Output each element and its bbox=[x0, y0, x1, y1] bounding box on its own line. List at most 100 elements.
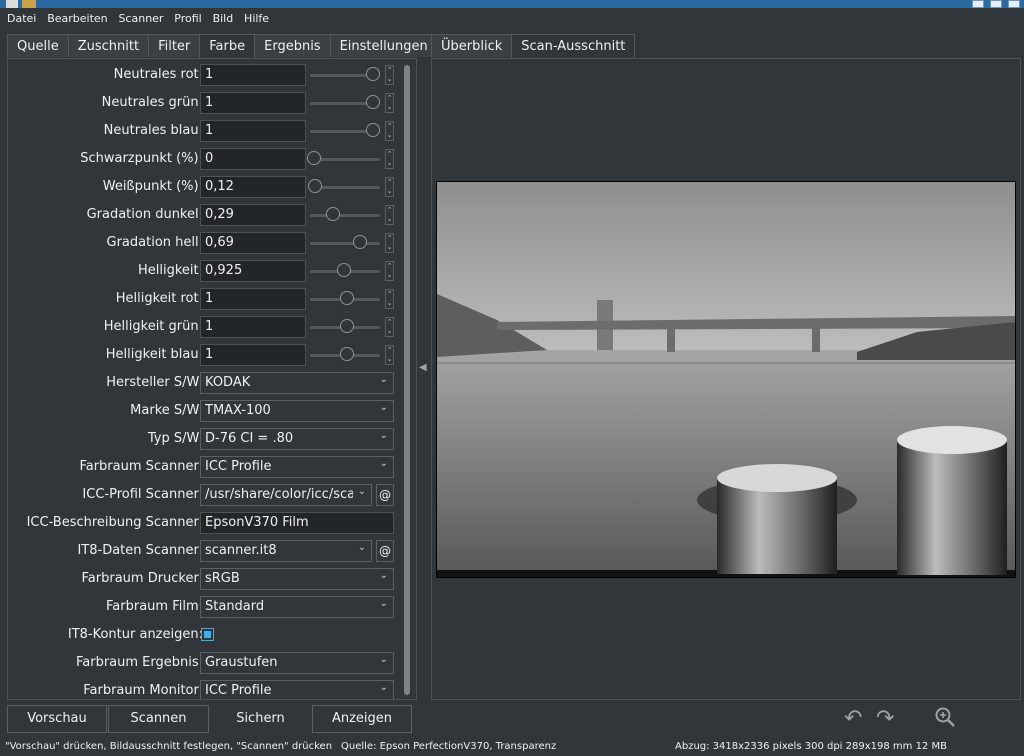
gradation-dark-field[interactable]: 0,29 bbox=[200, 204, 306, 226]
colorspace-printer-row: Farbraum Drucker: sRGB ⌄ bbox=[8, 566, 408, 592]
tab-quelle[interactable]: Quelle bbox=[7, 34, 69, 57]
neutral-red-slider[interactable] bbox=[310, 67, 381, 81]
tab-scan-ausschnitt[interactable]: Scan-Ausschnitt bbox=[511, 34, 636, 58]
bw-type-value: D-76 CI = .80 bbox=[205, 431, 294, 446]
gradation-dark-spinner[interactable]: ⌃ ⌄ bbox=[385, 205, 394, 225]
it8-contour-checkbox[interactable] bbox=[201, 628, 214, 641]
colorspace-scanner-select[interactable]: ICC Profile ⌄ bbox=[200, 456, 394, 478]
brightness-green-field[interactable]: 1 bbox=[200, 316, 306, 338]
black-point-spinner[interactable]: ⌃ ⌄ bbox=[385, 149, 394, 169]
tab-zuschnitt[interactable]: Zuschnitt bbox=[67, 34, 150, 57]
menu-bild[interactable]: Bild bbox=[213, 8, 234, 25]
colorspace-result-select[interactable]: Graustufen ⌄ bbox=[200, 652, 394, 674]
tab-einstellungen[interactable]: Einstellungen bbox=[329, 34, 438, 57]
brightness-blue-row: Helligkeit blau: 1 ⌃ ⌄ bbox=[8, 342, 408, 368]
neutral-red-field[interactable]: 1 bbox=[200, 64, 306, 86]
black-point-row: Schwarzpunkt (%): 0 ⌃ ⌄ bbox=[8, 146, 408, 172]
brightness-spinner[interactable]: ⌃ ⌄ bbox=[385, 261, 394, 281]
brightness-slider[interactable] bbox=[310, 263, 380, 277]
maximize-icon[interactable] bbox=[990, 0, 1002, 8]
tab-ueberblick[interactable]: Überblick bbox=[431, 34, 513, 57]
brightness-red-label: Helligkeit rot: bbox=[115, 291, 203, 306]
neutral-green-slider[interactable] bbox=[310, 95, 381, 109]
white-point-field[interactable]: 0,12 bbox=[200, 176, 306, 198]
slider-knob[interactable] bbox=[340, 347, 354, 361]
brightness-blue-spinner[interactable]: ⌃ ⌄ bbox=[385, 345, 394, 365]
menu-hilfe[interactable]: Hilfe bbox=[244, 8, 269, 25]
neutral-red-spinner[interactable]: ⌃ ⌄ bbox=[385, 65, 394, 85]
neutral-green-spinner[interactable]: ⌃ ⌄ bbox=[385, 93, 394, 113]
rotate-left-icon[interactable]: ↶ bbox=[844, 706, 862, 731]
folder-icon bbox=[22, 0, 36, 8]
menu-datei[interactable]: Datei bbox=[7, 8, 36, 25]
bw-manufacturer-value: KODAK bbox=[205, 375, 251, 390]
icc-profile-scanner-select[interactable]: /usr/share/color/icc/scanr ⌄ bbox=[200, 484, 372, 506]
scan-preview-image[interactable] bbox=[436, 181, 1016, 578]
settings-scrollbar[interactable] bbox=[404, 65, 410, 695]
chevron-down-icon: ⌄ bbox=[379, 654, 388, 665]
gradation-light-field[interactable]: 0,69 bbox=[200, 232, 306, 254]
white-point-slider[interactable] bbox=[308, 179, 380, 193]
brightness-red-spinner[interactable]: ⌃ ⌄ bbox=[385, 289, 394, 309]
slider-knob[interactable] bbox=[366, 123, 381, 137]
chevron-down-icon: ⌄ bbox=[379, 682, 388, 693]
preview-button[interactable]: Vorschau bbox=[7, 705, 107, 733]
minimize-icon[interactable] bbox=[972, 0, 984, 8]
slider-knob[interactable] bbox=[326, 207, 341, 221]
gradation-dark-slider[interactable] bbox=[310, 207, 380, 221]
brightness-red-slider[interactable] bbox=[310, 291, 380, 305]
gradation-light-spinner[interactable]: ⌃ ⌄ bbox=[385, 233, 394, 253]
white-point-spinner[interactable]: ⌃ ⌄ bbox=[385, 177, 394, 197]
scan-button[interactable]: Scannen bbox=[108, 705, 209, 733]
colorspace-film-select[interactable]: Standard ⌄ bbox=[200, 596, 394, 618]
brightness-blue-slider[interactable] bbox=[310, 347, 380, 361]
brightness-green-spinner[interactable]: ⌃ ⌄ bbox=[385, 317, 394, 337]
bw-type-select[interactable]: D-76 CI = .80 ⌄ bbox=[200, 428, 394, 450]
brightness-blue-field[interactable]: 1 bbox=[200, 344, 306, 366]
menu-profil[interactable]: Profil bbox=[174, 8, 201, 25]
bw-brand-value: TMAX-100 bbox=[205, 403, 271, 418]
slider-knob[interactable] bbox=[340, 319, 354, 333]
bw-brand-select[interactable]: TMAX-100 ⌄ bbox=[200, 400, 394, 422]
slider-knob[interactable] bbox=[352, 235, 367, 249]
zoom-in-icon[interactable] bbox=[934, 706, 956, 733]
neutral-green-row: Neutrales grün: 1 ⌃ ⌄ bbox=[8, 90, 408, 116]
slider-knob[interactable] bbox=[337, 263, 352, 277]
icc-profile-browse-button[interactable]: @ bbox=[376, 484, 394, 506]
slider-knob[interactable] bbox=[340, 291, 354, 305]
slider-knob[interactable] bbox=[307, 151, 321, 165]
save-button[interactable]: Sichern bbox=[210, 705, 311, 733]
bw-brand-label: Marke S/W: bbox=[130, 403, 203, 418]
colorspace-monitor-select[interactable]: ICC Profile ⌄ bbox=[200, 680, 394, 699]
rotate-right-icon[interactable]: ↷ bbox=[876, 706, 894, 731]
bw-manufacturer-select[interactable]: KODAK ⌄ bbox=[200, 372, 394, 394]
slider-knob[interactable] bbox=[366, 67, 381, 81]
colorspace-printer-select[interactable]: sRGB ⌄ bbox=[200, 568, 394, 590]
it8-data-browse-button[interactable]: @ bbox=[376, 540, 394, 562]
slider-knob[interactable] bbox=[308, 179, 323, 193]
gradation-light-slider[interactable] bbox=[310, 235, 380, 249]
brightness-field[interactable]: 0,925 bbox=[200, 260, 306, 282]
it8-data-scanner-value: scanner.it8 bbox=[205, 543, 277, 558]
neutral-blue-spinner[interactable]: ⌃ ⌄ bbox=[385, 121, 394, 141]
close-icon[interactable] bbox=[1008, 0, 1020, 8]
slider-knob[interactable] bbox=[366, 95, 381, 109]
scrollbar-thumb[interactable] bbox=[404, 65, 410, 695]
brightness-red-field[interactable]: 1 bbox=[200, 288, 306, 310]
tab-farbe[interactable]: Farbe bbox=[199, 34, 256, 58]
menu-scanner[interactable]: Scanner bbox=[118, 8, 163, 25]
neutral-blue-field[interactable]: 1 bbox=[200, 120, 306, 142]
collapse-left-panel-icon[interactable]: ◀ bbox=[419, 362, 427, 373]
icc-description-field[interactable]: EpsonV370 Film bbox=[200, 512, 394, 534]
chevron-down-icon: ⌄ bbox=[357, 486, 366, 497]
black-point-slider[interactable] bbox=[307, 151, 380, 165]
neutral-blue-slider[interactable] bbox=[310, 123, 381, 137]
tab-ergebnis[interactable]: Ergebnis bbox=[254, 34, 331, 57]
it8-data-scanner-select[interactable]: scanner.it8 ⌄ bbox=[200, 540, 372, 562]
menu-bearbeiten[interactable]: Bearbeiten bbox=[47, 8, 107, 25]
show-button[interactable]: Anzeigen bbox=[312, 705, 412, 733]
neutral-green-field[interactable]: 1 bbox=[200, 92, 306, 114]
brightness-green-slider[interactable] bbox=[310, 319, 380, 333]
tab-filter[interactable]: Filter bbox=[148, 34, 201, 57]
black-point-field[interactable]: 0 bbox=[200, 148, 306, 170]
